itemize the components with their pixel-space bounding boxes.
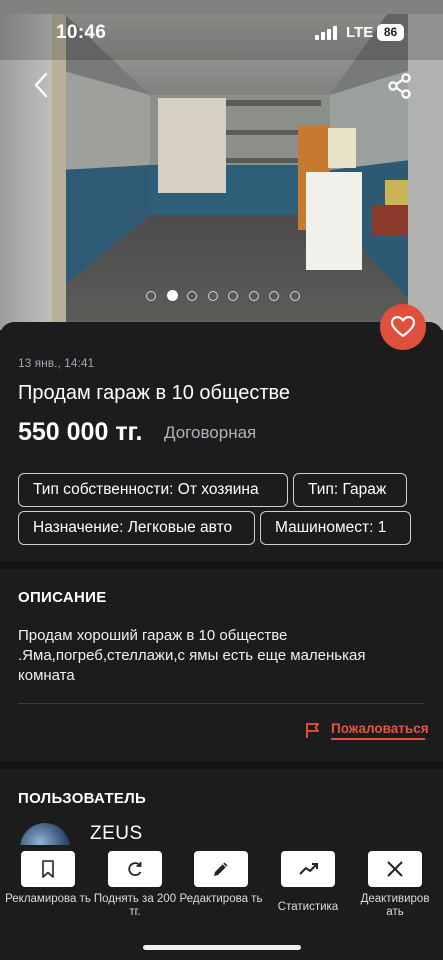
statistics-button[interactable]: Статистика — [264, 851, 352, 923]
chevron-left-icon — [34, 72, 48, 98]
pagination-dot[interactable] — [269, 291, 279, 301]
pagination-dot[interactable] — [207, 291, 218, 301]
battery-icon: 86 — [377, 24, 404, 41]
bottom-toolbar: Рекламирова ть Поднять за 200 тг. Редакт… — [0, 845, 443, 960]
tag-parking-spaces: Машиномест: 1 — [260, 511, 411, 545]
edit-icon-box — [194, 851, 248, 887]
pagination-dot[interactable] — [289, 291, 300, 301]
description-heading: ОПИСАНИЕ — [18, 589, 107, 606]
listing-price: 550 000 тг. — [18, 418, 143, 446]
close-icon — [387, 861, 403, 877]
share-icon — [388, 73, 411, 99]
refresh-icon — [128, 862, 142, 876]
statistics-label: Статистика — [277, 901, 339, 913]
deactivate-icon-box — [368, 851, 422, 887]
cellular-signal-icon — [315, 26, 339, 40]
share-button[interactable] — [386, 72, 414, 100]
boost-icon-box — [108, 851, 162, 887]
promote-icon-box — [21, 851, 75, 887]
status-bar: 10:46 LTE 86 — [0, 0, 443, 60]
edit-button[interactable]: Редактирова ть — [177, 851, 265, 923]
pagination-dot[interactable] — [187, 291, 197, 301]
gallery-pagination — [0, 289, 443, 303]
price-negotiable: Договорная — [164, 423, 257, 442]
deactivate-label: Деактивиров ать — [360, 893, 430, 918]
tag-purpose: Назначение: Легковые авто — [18, 511, 255, 545]
tag-ownership-type: Тип собственности: От хозяина — [18, 473, 288, 507]
back-button[interactable] — [30, 70, 56, 100]
heart-icon — [391, 316, 415, 338]
statistics-icon-box — [281, 851, 335, 887]
network-type: LTE — [346, 24, 374, 41]
listing-photo[interactable]: 10:46 LTE 86 — [0, 0, 443, 330]
user-name[interactable]: ZEUS — [90, 823, 143, 845]
favorite-button[interactable] — [380, 304, 426, 350]
pagination-dot-active[interactable] — [166, 290, 178, 301]
tag-property-type: Тип: Гараж — [293, 473, 407, 507]
boost-button[interactable]: Поднять за 200 тг. — [91, 851, 179, 923]
report-underline — [331, 738, 425, 740]
report-label: Пожаловаться — [331, 721, 429, 736]
report-flag-icon — [306, 723, 319, 738]
listing-title: Продам гараж в 10 обществе — [18, 382, 291, 404]
home-indicator[interactable] — [143, 945, 301, 950]
pagination-dot[interactable] — [228, 291, 238, 301]
promote-button[interactable]: Рекламирова ть — [4, 851, 92, 923]
user-heading: ПОЛЬЗОВАТЕЛЬ — [18, 790, 147, 807]
pencil-icon — [214, 862, 228, 876]
section-divider — [0, 761, 443, 769]
status-time: 10:46 — [56, 22, 107, 43]
flag-icon — [42, 860, 54, 878]
trend-up-icon — [299, 863, 318, 875]
pagination-dot[interactable] — [248, 291, 259, 301]
pagination-dot[interactable] — [146, 291, 156, 301]
description-text: Продам хороший гараж в 10 обществе .Яма,… — [18, 627, 366, 684]
listing-date: 13 янв., 14:41 — [18, 356, 95, 370]
edit-label: Редактирова ть — [179, 893, 263, 905]
deactivate-button[interactable]: Деактивиров ать — [351, 851, 439, 923]
description-divider — [18, 703, 425, 704]
section-divider — [0, 561, 443, 569]
promote-label: Рекламирова ть — [5, 893, 91, 905]
boost-label: Поднять за 200 тг. — [93, 893, 177, 918]
